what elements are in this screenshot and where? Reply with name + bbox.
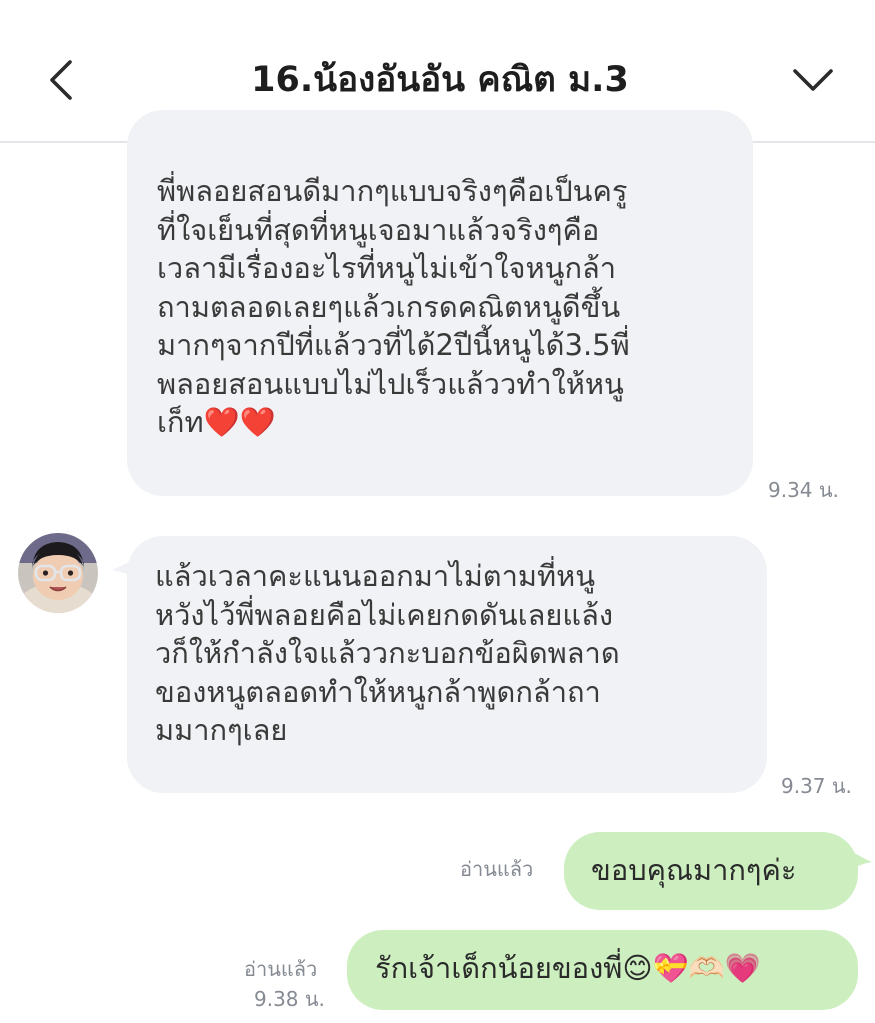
message-bubble-outgoing[interactable]: ขอบคุณมากๆค่ะ <box>564 832 858 910</box>
bubble-tail <box>850 850 872 870</box>
read-receipt: อ่านแล้ว <box>244 957 318 981</box>
avatar[interactable] <box>18 533 98 613</box>
message-bubble-incoming[interactable]: แล้วเวลาคะแนนออกมาไม่ตามที่หนู หวังไว้พี… <box>127 536 767 793</box>
message-text: ขอบคุณมากๆค่ะ <box>591 853 797 887</box>
chat-title: 16.น้องอันอัน คณิต ม.3 <box>251 60 629 100</box>
read-receipt: อ่านแล้ว <box>460 857 534 881</box>
message-time: 9.38 น. <box>254 987 325 1011</box>
child-avatar-image <box>18 533 98 613</box>
message-bubble-incoming[interactable]: พี่พลอยสอนดีมากๆแบบจริงๆคือเป็นครู ที่ใจ… <box>127 110 753 496</box>
message-text: พี่พลอยสอนดีมากๆแบบจริงๆคือเป็นครู ที่ใจ… <box>157 174 630 439</box>
message-time: 9.34 น. <box>768 478 839 502</box>
message-text: รักเจ้าเด็กน้อยของพี่😊💝🫶🏻💗 <box>375 951 761 985</box>
chevron-down-icon[interactable] <box>790 62 836 96</box>
chevron-left-icon[interactable] <box>42 58 82 102</box>
message-time: 9.37 น. <box>781 774 852 798</box>
message-text: แล้วเวลาคะแนนออกมาไม่ตามที่หนู หวังไว้พี… <box>155 559 620 747</box>
message-bubble-outgoing[interactable]: รักเจ้าเด็กน้อยของพี่😊💝🫶🏻💗 <box>347 930 858 1010</box>
